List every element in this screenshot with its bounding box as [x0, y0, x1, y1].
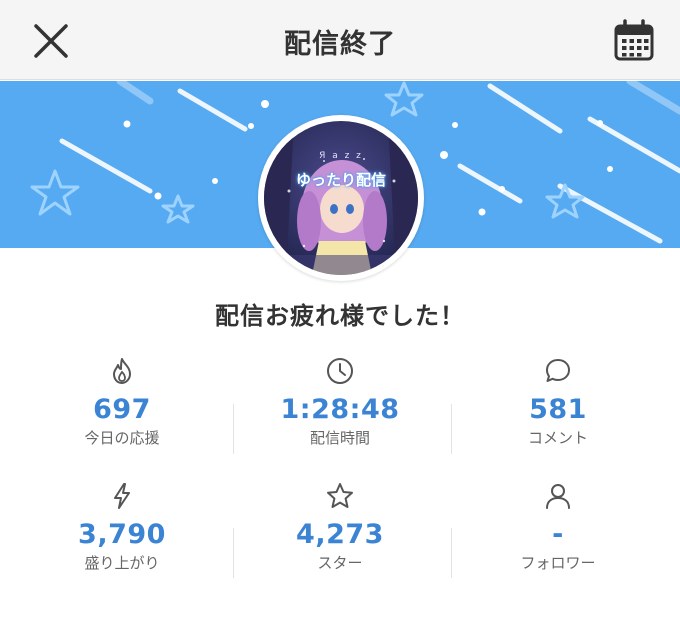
stat-duration: 1:28:48 配信時間	[231, 356, 449, 448]
stars-label: スター	[317, 554, 363, 572]
support-value: 697	[93, 394, 151, 425]
followers-label: フォロワー	[520, 554, 596, 572]
star-icon	[327, 483, 353, 508]
avatar-image: Я a z z ゆったり配信	[264, 121, 418, 275]
stat-followers: - フォロワー	[449, 481, 667, 573]
duration-label: 配信時間	[309, 429, 370, 447]
stat-stars: 4,273 スター	[231, 481, 449, 573]
avatar-illustration	[264, 121, 418, 275]
duration-value: 1:28:48	[280, 394, 400, 425]
comment-icon	[546, 359, 570, 382]
stat-excitement: 3,790 盛り上がり	[13, 481, 231, 573]
comments-label: コメント	[527, 429, 588, 447]
user-icon	[546, 484, 570, 509]
calendar-button[interactable]	[610, 17, 658, 65]
calendar-icon	[614, 19, 654, 61]
stat-comments: 581 コメント	[449, 356, 667, 448]
top-bar: 配信終了	[0, 0, 680, 80]
completion-message: 配信お疲れ様でした！	[215, 302, 465, 330]
lightning-icon	[114, 483, 130, 509]
avatar-brand: Я a z z	[319, 151, 363, 161]
comments-value: 581	[529, 394, 587, 425]
support-label: 今日の応援	[84, 429, 160, 447]
page-title: 配信終了	[284, 29, 396, 60]
stat-support: 697 今日の応援	[13, 356, 231, 448]
stars-value: 4,273	[296, 519, 384, 550]
excitement-value: 3,790	[78, 519, 166, 550]
clock-icon	[327, 358, 353, 384]
excitement-label: 盛り上がり	[84, 554, 160, 572]
followers-value: -	[552, 519, 564, 550]
fire-icon	[113, 358, 131, 384]
avatar: Я a z z ゆったり配信	[258, 115, 424, 281]
avatar-caption: ゆったり配信	[295, 171, 386, 189]
